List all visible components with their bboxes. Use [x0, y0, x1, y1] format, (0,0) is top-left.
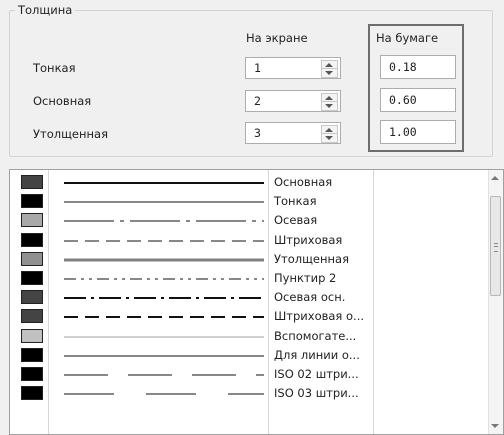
line-style-row[interactable]: Осевая осн.: [10, 288, 490, 307]
thin-screen-stepper[interactable]: 1: [245, 57, 341, 79]
line-style-name: Для линии о...: [274, 347, 360, 362]
thick-screen-value: 3: [254, 126, 261, 140]
color-swatch[interactable]: [21, 347, 43, 362]
line-style-name: Пунктир 2: [274, 271, 337, 285]
main-screen-value: 2: [254, 94, 261, 108]
line-preview: [64, 355, 264, 357]
line-style-row[interactable]: Осевая: [10, 211, 490, 230]
color-swatch[interactable]: [21, 251, 43, 266]
color-swatch[interactable]: [21, 194, 43, 209]
line-preview: [64, 297, 264, 300]
line-style-row[interactable]: Штриховая о...: [10, 307, 490, 326]
scroll-down-icon[interactable]: [491, 424, 499, 428]
line-style-row[interactable]: Тонкая: [10, 192, 490, 211]
line-style-list[interactable]: Основная Тонкая Осевая Штриховая Утолщенная П…: [9, 169, 504, 435]
line-style-name: Вспомогате...: [274, 328, 357, 343]
line-style-name: Утолщенная: [274, 251, 350, 266]
thin-label: Тонкая: [33, 61, 76, 75]
color-swatch[interactable]: [21, 175, 43, 189]
line-style-row[interactable]: Основная: [10, 173, 490, 192]
spin-down-icon[interactable]: [325, 71, 333, 75]
main-paper-field[interactable]: 0.60: [380, 88, 456, 112]
line-style-row[interactable]: Пунктир 2: [10, 269, 490, 288]
line-preview: [64, 182, 264, 184]
line-style-name: Осевая осн.: [274, 290, 346, 305]
thick-paper-value: 1.00: [389, 125, 417, 139]
vertical-scrollbar[interactable]: [488, 170, 503, 434]
line-style-name: Штриховая о...: [274, 309, 365, 324]
color-swatch[interactable]: [21, 213, 43, 228]
line-style-name: ISO 03 штри...: [274, 386, 359, 401]
line-preview: [64, 220, 264, 222]
line-preview: [64, 316, 264, 319]
line-style-name: Основная: [274, 175, 333, 189]
line-preview: [64, 240, 264, 242]
line-style-row[interactable]: Штриховая: [10, 231, 490, 250]
thickness-group-title: Толщина: [15, 3, 76, 17]
thin-screen-value: 1: [254, 61, 261, 75]
line-preview: [64, 258, 264, 262]
line-style-row[interactable]: ISO 02 штри...: [10, 365, 490, 384]
spin-up-icon[interactable]: [325, 96, 333, 100]
thick-screen-stepper[interactable]: 3: [245, 122, 341, 144]
line-style-name: ISO 02 штри...: [274, 367, 359, 381]
line-preview: [64, 201, 264, 203]
spin-up-icon[interactable]: [325, 63, 333, 67]
color-swatch[interactable]: [21, 386, 43, 401]
color-swatch[interactable]: [21, 309, 43, 324]
main-screen-stepper[interactable]: 2: [245, 90, 341, 112]
thin-paper-value: 0.18: [389, 60, 417, 74]
line-style-row[interactable]: Для линии о...: [10, 346, 490, 365]
screen-column-header: На экране: [246, 31, 308, 45]
color-swatch[interactable]: [21, 367, 43, 381]
thin-paper-field[interactable]: 0.18: [380, 55, 456, 79]
line-preview: [64, 374, 264, 376]
main-paper-value: 0.60: [389, 93, 417, 107]
line-style-name: Осевая: [274, 213, 318, 228]
line-style-row[interactable]: Вспомогате...: [10, 327, 490, 346]
color-swatch[interactable]: [21, 232, 43, 247]
spin-down-icon[interactable]: [325, 104, 333, 108]
thick-paper-field[interactable]: 1.00: [380, 120, 456, 144]
line-style-name: Штриховая: [274, 232, 343, 247]
scrollbar-thumb[interactable]: [490, 196, 501, 296]
color-swatch[interactable]: [21, 328, 43, 343]
thick-screen-spin-buttons[interactable]: [321, 125, 338, 143]
line-style-name: Тонкая: [274, 194, 317, 209]
line-preview: [64, 278, 264, 280]
line-style-row[interactable]: ISO 03 штри...: [10, 384, 490, 403]
line-preview: [64, 393, 264, 395]
paper-column-header: На бумаге: [376, 31, 439, 45]
main-label: Основная: [33, 94, 92, 108]
spin-up-icon[interactable]: [325, 128, 333, 132]
thin-screen-spin-buttons[interactable]: [321, 60, 338, 78]
main-screen-spin-buttons[interactable]: [321, 93, 338, 111]
color-swatch[interactable]: [21, 271, 43, 285]
line-style-row[interactable]: Утолщенная: [10, 250, 490, 269]
line-preview: [64, 336, 264, 338]
spin-down-icon[interactable]: [325, 136, 333, 140]
thick-label: Утолщенная: [33, 127, 109, 141]
scroll-up-icon[interactable]: [491, 176, 499, 180]
color-swatch[interactable]: [21, 290, 43, 305]
